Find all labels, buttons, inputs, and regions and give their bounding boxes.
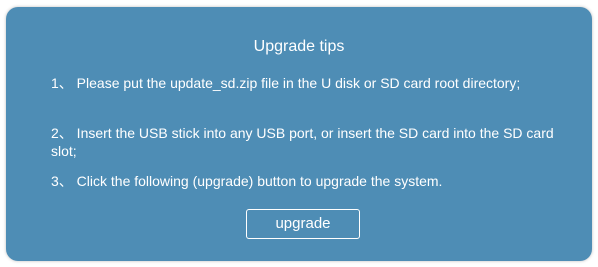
dialog-title: Upgrade tips bbox=[253, 38, 345, 55]
tip-item-2: 2、 Insert the USB stick into any USB por… bbox=[51, 125, 554, 159]
upgrade-button[interactable]: upgrade bbox=[246, 209, 360, 239]
tip-item-3: 3、 Click the following (upgrade) button … bbox=[51, 173, 443, 189]
upgrade-tips-dialog: Upgrade tips 1、 Please put the update_sd… bbox=[6, 7, 592, 261]
tip-item-1: 1、 Please put the update_sd.zip file in … bbox=[51, 75, 521, 91]
